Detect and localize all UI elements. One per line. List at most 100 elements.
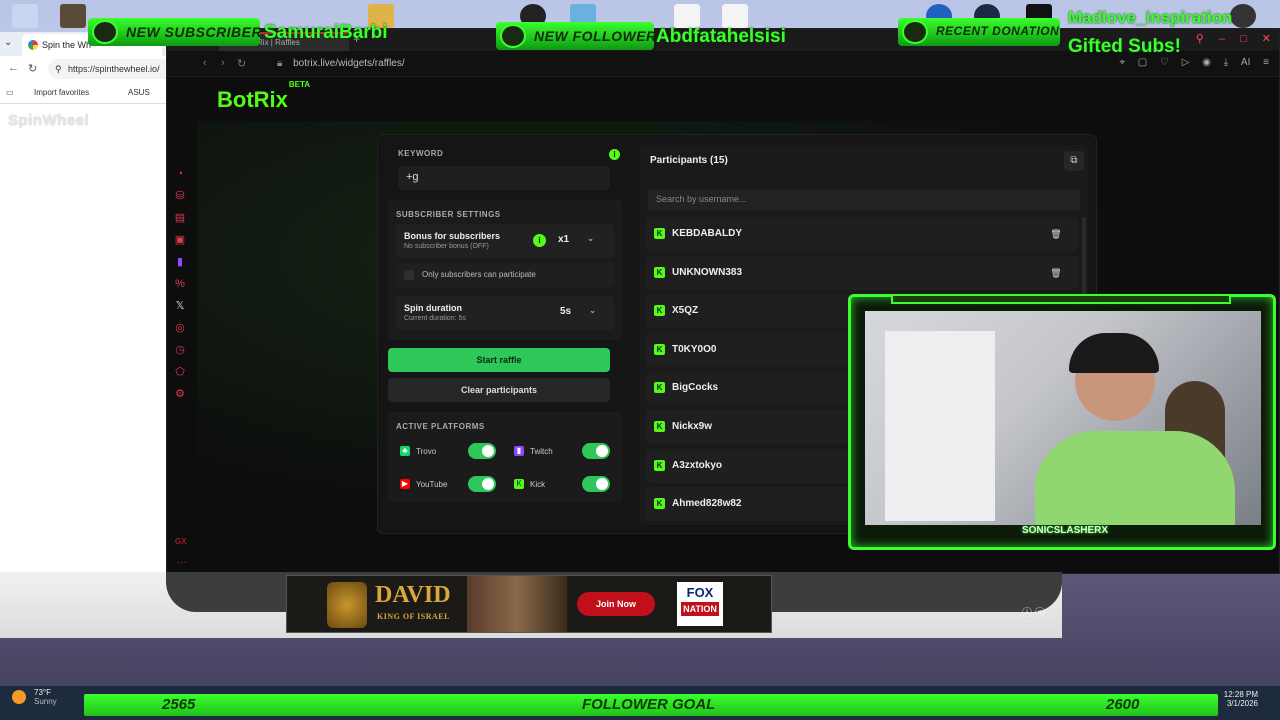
chat-icon[interactable]: ▤ bbox=[173, 211, 187, 225]
info-icon[interactable]: i bbox=[533, 234, 546, 247]
kick-toggle[interactable] bbox=[582, 476, 610, 492]
twitch-icon[interactable]: ▮ bbox=[173, 255, 187, 269]
bookmark-icon[interactable]: ♡ bbox=[1160, 57, 1169, 68]
ad-image bbox=[467, 576, 567, 632]
taskbar-clock[interactable]: 12:28 PM 3/1/2026 bbox=[1224, 690, 1258, 708]
trovo-icon: ♣ bbox=[400, 446, 410, 456]
new-subscriber-badge: NEW SUBSCRIBER bbox=[88, 18, 262, 46]
screenshot-icon[interactable]: ▢ bbox=[1138, 57, 1147, 68]
only-subscribers-checkbox[interactable] bbox=[404, 270, 414, 280]
gx-icon[interactable]: GX bbox=[175, 537, 187, 546]
weather-widget[interactable]: 73°F Sunny bbox=[12, 688, 57, 706]
clock-icon[interactable]: ◷ bbox=[173, 343, 187, 357]
tab-title: Spin the Wh bbox=[42, 40, 92, 50]
ad-banner[interactable]: DAVID KING OF ISRAEL Join Now FOX NATION bbox=[286, 575, 772, 633]
subscriber-settings-label: SUBSCRIBER SETTINGS bbox=[396, 210, 501, 219]
participant-name: X5QZ bbox=[672, 305, 699, 317]
clock-time: 12:28 PM bbox=[1223, 690, 1258, 699]
keyword-input[interactable]: +g bbox=[398, 166, 610, 190]
wheel-icon bbox=[28, 40, 38, 50]
skull-icon bbox=[902, 20, 928, 44]
youtube-toggle[interactable] bbox=[468, 476, 496, 492]
widget-icon[interactable]: ▣ bbox=[173, 233, 187, 247]
bonus-multiplier-select[interactable]: x1 ⌄ bbox=[552, 232, 598, 250]
participant-name: Ahmed828w82 bbox=[672, 498, 742, 510]
window-controls: ⚲ – □ ✕ bbox=[1184, 32, 1271, 45]
trash-icon[interactable]: 🗑︎ bbox=[1048, 226, 1064, 242]
new-follower-badge: NEW FOLLOWER bbox=[496, 22, 656, 50]
raffle-settings: KEYWORD i +g SUBSCRIBER SETTINGS Bonus f… bbox=[388, 145, 622, 502]
points-icon[interactable]: ⬠ bbox=[173, 365, 187, 379]
favorites-icon[interactable]: ▭ bbox=[6, 88, 14, 97]
raffle-icon[interactable]: ◎ bbox=[173, 321, 187, 335]
menu-icon[interactable]: ≡ bbox=[1263, 57, 1269, 68]
back-icon[interactable]: ← bbox=[8, 62, 19, 74]
forward-icon[interactable]: › bbox=[221, 57, 225, 69]
recycle-bin-icon[interactable] bbox=[12, 4, 38, 28]
back-icon[interactable]: ‹ bbox=[203, 57, 207, 69]
toolbar-icons: ⌖ ▢ ♡ ▷ ◉ ⤓ AI ≡ bbox=[1109, 57, 1269, 68]
pin-icon[interactable]: ⌖ bbox=[1119, 57, 1125, 68]
trash-icon[interactable]: 🗑︎ bbox=[1048, 265, 1064, 281]
play-icon[interactable]: ▷ bbox=[1182, 57, 1190, 68]
new-subscriber-alert: NEW SUBSCRIBER SamuraiBarbi bbox=[88, 18, 418, 46]
ai-icon[interactable]: AI bbox=[1241, 57, 1250, 68]
youtube-icon: ▶ bbox=[400, 479, 410, 489]
trovo-toggle[interactable] bbox=[468, 443, 496, 459]
start-raffle-button[interactable]: Start raffle bbox=[388, 348, 610, 372]
donation-text: Gifted Subs! bbox=[1068, 36, 1181, 57]
clear-participants-button[interactable]: Clear participants bbox=[388, 378, 610, 402]
streamer-shirt bbox=[1035, 431, 1235, 525]
donation-name: Madlove_inspiration bbox=[1068, 8, 1233, 27]
settings-icon[interactable]: ⚙ bbox=[173, 387, 187, 401]
refresh-icon[interactable]: ↻ bbox=[28, 62, 37, 75]
participant-search-input[interactable]: Search by username... bbox=[648, 189, 1080, 211]
lock-icon[interactable]: 🔒︎ bbox=[277, 58, 282, 69]
more-icon[interactable]: ··· bbox=[177, 557, 187, 568]
refresh-icon[interactable]: ↻ bbox=[237, 57, 246, 70]
ad-close-icon[interactable]: ⓧ bbox=[1035, 608, 1045, 619]
chevron-down-icon[interactable]: ⌄ bbox=[4, 37, 12, 48]
close-icon[interactable]: ✕ bbox=[1262, 33, 1271, 45]
x-icon[interactable]: 𝕏 bbox=[173, 299, 187, 313]
bonus-subtitle: No subscriber bonus (OFF) bbox=[404, 243, 489, 250]
ad-info-icon[interactable]: ⓘ bbox=[1022, 608, 1032, 619]
beta-badge: BETA bbox=[288, 79, 311, 89]
spin-title: Spin duration bbox=[404, 303, 462, 313]
brand-logo[interactable]: BotRixBETA bbox=[217, 80, 310, 113]
percent-icon[interactable]: % bbox=[173, 277, 187, 291]
dashboard-icon[interactable]: ◔ bbox=[173, 167, 187, 181]
participant-row[interactable]: K KEBDABALDY 🗑︎ bbox=[646, 217, 1078, 251]
spin-duration-select[interactable]: 5s ⌄ bbox=[554, 304, 600, 322]
platform-twitch: ▮ Twitch bbox=[510, 440, 614, 464]
ad-subtitle: KING OF ISRAEL bbox=[377, 612, 450, 621]
site-info-icon[interactable]: ⚲ bbox=[55, 64, 62, 75]
twitch-icon: ▮ bbox=[514, 446, 524, 456]
site-logo[interactable]: SpinWheel bbox=[8, 112, 89, 129]
lion-icon bbox=[327, 582, 367, 628]
url-field[interactable]: ⚲ https://spinthewheel.io/ bbox=[48, 59, 172, 79]
app-icon[interactable] bbox=[1230, 4, 1256, 28]
copy-icon[interactable]: ⧉ bbox=[1064, 151, 1084, 171]
favorite-asus[interactable]: ASUS bbox=[128, 88, 150, 97]
twitch-toggle[interactable] bbox=[582, 443, 610, 459]
minimize-icon[interactable]: – bbox=[1219, 33, 1225, 45]
platform-kick: K Kick bbox=[510, 473, 614, 497]
participants-title: Participants (15) bbox=[650, 155, 728, 166]
weather-temp: 73°F bbox=[34, 688, 51, 697]
fox-logo-text: FOX bbox=[686, 585, 714, 600]
url-field[interactable]: 🔒︎ botrix.live/widgets/raffles/ bbox=[277, 58, 405, 69]
search-icon[interactable]: ⚲ bbox=[1196, 33, 1204, 45]
info-icon[interactable]: i bbox=[609, 149, 620, 160]
only-subscribers-row[interactable]: Only subscribers can participate bbox=[396, 263, 614, 287]
join-now-button[interactable]: Join Now bbox=[577, 592, 655, 616]
favorite-import[interactable]: Import favorites bbox=[34, 88, 89, 97]
kick-icon: K bbox=[654, 266, 665, 278]
app-icon[interactable] bbox=[60, 4, 86, 28]
bot-icon[interactable]: ⛁ bbox=[173, 189, 187, 203]
profile-icon[interactable]: ◉ bbox=[1202, 57, 1211, 68]
maximize-icon[interactable]: □ bbox=[1240, 33, 1247, 45]
platform-youtube: ▶ YouTube bbox=[396, 473, 500, 497]
download-icon[interactable]: ⤓ bbox=[1224, 57, 1228, 68]
participant-row[interactable]: K UNKNOWN383 🗑︎ bbox=[646, 255, 1078, 290]
